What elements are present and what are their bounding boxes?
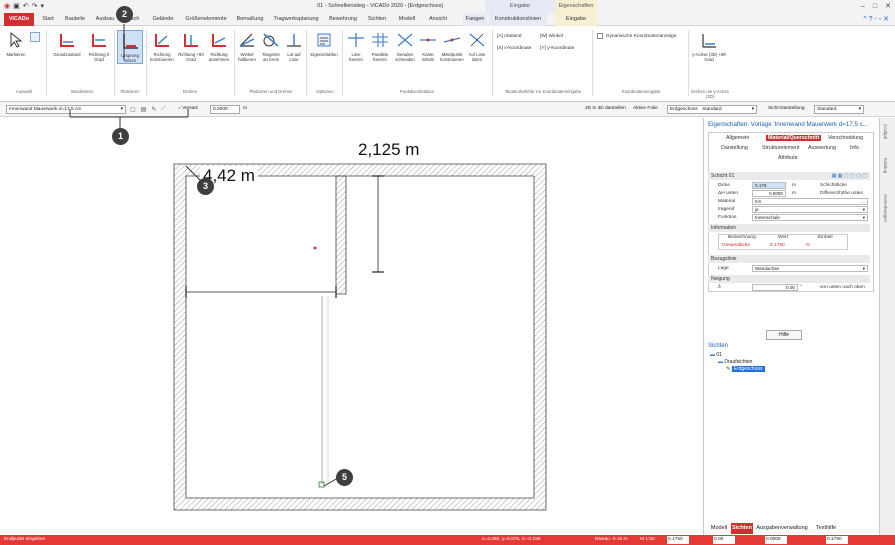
schicht-header-label: Schicht 01 xyxy=(711,173,735,179)
chevron-down-icon: ▾ xyxy=(862,215,865,220)
lage-value: Wandachse xyxy=(755,266,780,271)
gesamtdicke-value: 0.1750 xyxy=(770,243,785,248)
lage-label: Lage xyxy=(718,266,729,271)
status-niveau: Niveau -0.15 m xyxy=(595,537,628,542)
dh-input[interactable]: 0.0000 xyxy=(752,190,786,197)
tab-material-querschnitt[interactable]: Material/Querschnitt xyxy=(766,135,822,141)
status-field-3[interactable]: 0.0000 xyxy=(765,536,787,544)
col-einheit: Einheit xyxy=(818,235,833,240)
material-label: Material xyxy=(718,199,736,204)
dh-label: ΔH unten xyxy=(718,191,739,196)
side-tab-cockpit[interactable]: Cockpit xyxy=(883,124,888,139)
status-bar: Endpunkt eingeben x=4.285, y=5.875, z=-0… xyxy=(0,535,895,545)
callout-5: 5 xyxy=(336,469,353,486)
tab-verschneidung[interactable]: Verschneidung xyxy=(828,135,863,141)
side-tab-anmerkungen[interactable]: Anmerkungen xyxy=(883,194,888,222)
view-icon: ✎ xyxy=(726,366,731,372)
gesamtdicke-unit: m xyxy=(806,243,810,248)
status-field-2[interactable]: 0.00 xyxy=(713,536,735,544)
tab-auswertung[interactable]: Auswertung xyxy=(808,145,836,151)
bottom-tab-modell[interactable]: Modell xyxy=(708,523,730,534)
bottom-tab-sichten[interactable]: Sichten xyxy=(731,523,753,534)
funktion-value: Innenschale xyxy=(755,215,780,220)
dh-desc: Differenzhöhe unten xyxy=(820,191,864,196)
dicke-desc: Schichtdicke xyxy=(820,183,847,188)
schicht-header: Schicht 01 ▦ ▦ ▢ ▢ ▢ ▢ xyxy=(708,172,870,180)
lage-select[interactable]: Wandachse ▾ xyxy=(752,265,868,272)
tree-draufsichten[interactable]: ▬ Draufsichten xyxy=(718,359,752,365)
folder-icon: ▬ xyxy=(718,359,723,365)
callout-3: 3 xyxy=(197,178,214,195)
tree-root[interactable]: ▬ 01 xyxy=(710,352,722,358)
callout-1: 1 xyxy=(112,128,129,145)
dicke-label: Dicke xyxy=(718,183,730,188)
bezugslinie-header: Bezugslinie xyxy=(708,255,870,263)
neigung-header: Neigung xyxy=(708,275,870,283)
dicke-unit: m xyxy=(792,183,796,188)
status-field-1[interactable]: 0.1750 xyxy=(667,536,689,544)
material-select[interactable]: KS … xyxy=(752,198,868,205)
tragend-value: ja xyxy=(755,207,759,212)
bottom-tab-ausgabenverwaltung[interactable]: Ausgabenverwaltung xyxy=(754,523,810,534)
dh-unit: m xyxy=(792,191,796,196)
dicke-input[interactable]: 0.175 xyxy=(752,182,786,189)
chevron-down-icon: ▾ xyxy=(862,266,865,271)
bottom-tab-texthilfe[interactable]: Texthilfe xyxy=(811,523,841,534)
properties-panel: Eigenschaften: Vorlage 'Innenwand Mauerw… xyxy=(703,118,879,535)
status-coords: x=4.285, y=5.875, z=-0.155 xyxy=(482,537,541,542)
delta-input[interactable]: 0.00 xyxy=(752,284,798,291)
neigung-header-label: Neigung xyxy=(711,276,730,282)
funktion-label: Funktion xyxy=(718,215,737,220)
status-scale: M 1:50 xyxy=(640,537,655,542)
tab-allgemein[interactable]: Allgemein xyxy=(726,135,749,141)
tree-draufsichten-label: Draufsichten xyxy=(724,359,753,365)
side-tab-katalog[interactable]: Katalog xyxy=(883,158,888,173)
delta-label: δ xyxy=(718,285,721,290)
tree-root-label: 01 xyxy=(716,352,722,358)
hilfe-button[interactable]: Hilfe xyxy=(766,330,802,340)
tab-darstellung[interactable]: Darstellung xyxy=(721,145,748,151)
more-icon[interactable]: … xyxy=(860,199,865,204)
side-strip: Cockpit Katalog Anmerkungen xyxy=(879,118,895,535)
folder-icon: ▬ xyxy=(710,352,715,358)
col-bezeichnung: Bezeichnung xyxy=(728,235,756,240)
tree-erdgeschoss-label: Erdgeschoss xyxy=(731,366,765,372)
tragend-label: tragend xyxy=(718,207,735,212)
tree-erdgeschoss[interactable]: ✎ Erdgeschoss xyxy=(726,366,765,372)
status-prompt: Endpunkt eingeben xyxy=(4,537,46,542)
information-header: Information xyxy=(708,224,870,232)
funktion-select[interactable]: Innenschale ▾ xyxy=(752,214,868,221)
chevron-down-icon: ▾ xyxy=(862,207,865,212)
bezugslinie-header-label: Bezugslinie xyxy=(711,256,737,262)
status-field-4[interactable]: 0.1750 xyxy=(826,536,848,544)
layer-tools-icon[interactable]: ▦ ▦ ▢ ▢ ▢ ▢ xyxy=(832,172,867,180)
delta-unit: ° xyxy=(800,285,802,290)
tab-attribute[interactable]: Attribute xyxy=(778,155,798,161)
callout-2: 2 xyxy=(116,6,133,23)
material-value: KS xyxy=(755,199,762,204)
col-wert: Wert xyxy=(778,235,789,240)
sichten-title: Sichten xyxy=(708,343,729,349)
tragend-select[interactable]: ja ▾ xyxy=(752,206,868,213)
tab-strukturelement[interactable]: Strukturelement xyxy=(762,145,799,151)
information-header-label: Information xyxy=(711,225,737,231)
gesamtdicke-label: Gesamtdicke xyxy=(722,243,750,248)
delta-desc: von unten nach oben xyxy=(820,285,865,290)
properties-title: Eigenschaften: Vorlage 'Innenwand Mauerw… xyxy=(708,121,868,128)
tab-info[interactable]: Info xyxy=(850,145,859,151)
